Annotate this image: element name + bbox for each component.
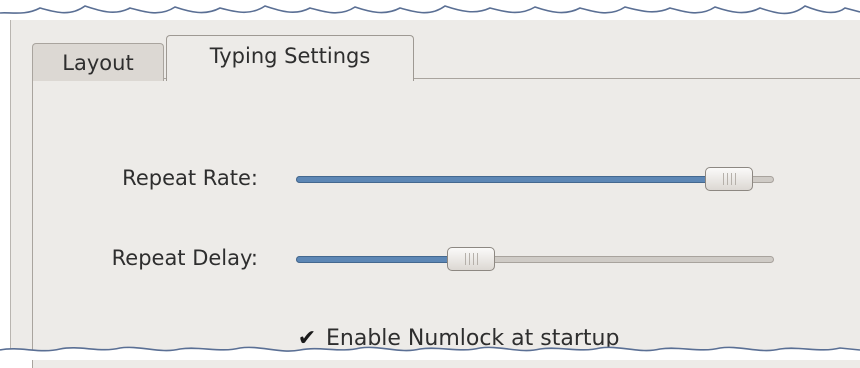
repeat-delay-fill bbox=[296, 256, 471, 263]
repeat-rate-slider[interactable] bbox=[296, 167, 774, 191]
tab-layout[interactable]: Layout bbox=[32, 43, 164, 81]
repeat-rate-fill bbox=[296, 176, 729, 183]
repeat-rate-label: Repeat Rate: bbox=[122, 166, 258, 190]
tab-content-typing-settings bbox=[32, 78, 860, 368]
tab-typing-settings-label: Typing Settings bbox=[209, 44, 371, 68]
tab-typing-settings[interactable]: Typing Settings bbox=[166, 35, 414, 81]
tab-layout-label: Layout bbox=[62, 50, 134, 75]
tab-bar: Layout Typing Settings bbox=[22, 35, 842, 81]
repeat-delay-label: Repeat Delay: bbox=[111, 246, 258, 270]
repeat-delay-slider[interactable] bbox=[296, 247, 774, 271]
repeat-delay-handle[interactable] bbox=[447, 247, 495, 271]
repeat-rate-handle[interactable] bbox=[705, 167, 753, 191]
torn-bottom-edge bbox=[0, 346, 860, 360]
